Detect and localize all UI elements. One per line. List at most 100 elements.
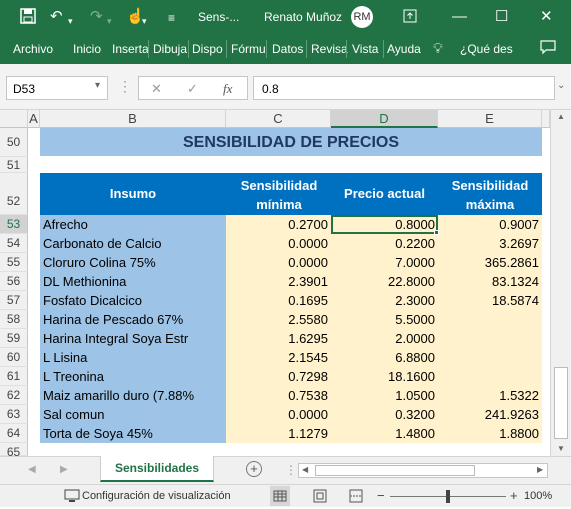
- maximize-icon[interactable]: ☐: [495, 8, 508, 26]
- insumo-cell[interactable]: Afrecho: [40, 215, 226, 234]
- zoom-out-icon[interactable]: −: [377, 488, 385, 503]
- sens-max-cell[interactable]: [438, 329, 542, 348]
- sens-max-cell[interactable]: 1.8800: [438, 424, 542, 443]
- insumo-cell[interactable]: Cloruro Colina 75%: [40, 253, 226, 272]
- column-header-a[interactable]: A: [28, 110, 40, 128]
- active-cell-d53[interactable]: [331, 215, 438, 234]
- column-header-c[interactable]: C: [226, 110, 331, 128]
- undo-dropdown-icon[interactable]: ▾: [68, 12, 73, 30]
- precio-cell[interactable]: 5.5000: [331, 310, 438, 329]
- horizontal-scrollbar[interactable]: ◀ ▶: [298, 463, 548, 478]
- column-header-b[interactable]: B: [40, 110, 226, 128]
- zoom-level[interactable]: 100%: [524, 490, 552, 502]
- scroll-up-icon[interactable]: ▲: [557, 112, 565, 121]
- minimize-icon[interactable]: —: [452, 8, 467, 26]
- row-header-53[interactable]: 53: [0, 215, 28, 234]
- sens-min-cell[interactable]: 0.7538: [226, 386, 331, 405]
- enter-icon[interactable]: ✓: [187, 81, 198, 97]
- name-box[interactable]: D53: [6, 76, 108, 100]
- select-all-corner[interactable]: [0, 110, 28, 128]
- sens-min-cell[interactable]: 1.1279: [226, 424, 331, 443]
- precio-cell[interactable]: 2.3000: [331, 291, 438, 310]
- sens-max-cell[interactable]: 18.5874: [438, 291, 542, 310]
- precio-cell[interactable]: 22.8000: [331, 272, 438, 291]
- sens-max-cell[interactable]: 1.5322: [438, 386, 542, 405]
- formula-input[interactable]: 0.8: [253, 76, 555, 100]
- tell-me-box[interactable]: ¿Qué des: [460, 42, 513, 56]
- vertical-scroll-thumb[interactable]: [554, 367, 568, 439]
- sens-max-cell[interactable]: 83.1324: [438, 272, 542, 291]
- display-settings-icon[interactable]: [64, 489, 80, 506]
- precio-cell[interactable]: 7.0000: [331, 253, 438, 272]
- worksheet-grid[interactable]: A B C D E 50 SENSIBILIDAD DE PRECIOS 51 …: [0, 110, 571, 456]
- cancel-icon[interactable]: ✕: [151, 81, 162, 97]
- insumo-cell[interactable]: Torta de Soya 45%: [40, 424, 226, 443]
- precio-cell[interactable]: 2.0000: [331, 329, 438, 348]
- sens-min-cell[interactable]: 0.0000: [226, 253, 331, 272]
- redo-dropdown-icon[interactable]: ▾: [107, 12, 112, 30]
- touch-dropdown-icon[interactable]: ▾: [142, 12, 147, 30]
- zoom-slider-thumb[interactable]: [446, 490, 450, 503]
- row-header-57[interactable]: 57: [0, 291, 28, 310]
- page-break-view-icon[interactable]: [346, 486, 366, 509]
- insumo-cell[interactable]: Maiz amarillo duro (7.88%: [40, 386, 226, 405]
- row-header-55[interactable]: 55: [0, 253, 28, 272]
- tab-inicio[interactable]: Inicio: [73, 42, 101, 56]
- row-header-50[interactable]: 50: [0, 128, 28, 157]
- sens-max-cell[interactable]: 241.9263: [438, 405, 542, 424]
- insumo-cell[interactable]: L Lisina: [40, 348, 226, 367]
- column-header-e[interactable]: E: [438, 110, 542, 128]
- save-icon[interactable]: [20, 8, 36, 29]
- next-sheet-icon[interactable]: ▶: [60, 464, 68, 475]
- view-settings-label[interactable]: Configuración de visualización: [82, 490, 231, 502]
- insumo-cell[interactable]: Harina de Pescado 67%: [40, 310, 226, 329]
- sens-min-cell[interactable]: 2.5580: [226, 310, 331, 329]
- sens-max-cell[interactable]: [438, 310, 542, 329]
- fill-handle[interactable]: [434, 230, 439, 235]
- precio-cell[interactable]: 1.0500: [331, 386, 438, 405]
- normal-view-icon[interactable]: [270, 486, 290, 506]
- undo-icon[interactable]: ↶: [50, 8, 63, 26]
- tab-insertar[interactable]: Inserta: [112, 42, 148, 56]
- lightbulb-icon[interactable]: 💡︎: [433, 40, 443, 57]
- insumo-cell[interactable]: DL Methionina: [40, 272, 226, 291]
- insumo-cell[interactable]: Sal comun: [40, 405, 226, 424]
- redo-icon[interactable]: ↷: [90, 8, 103, 26]
- sens-max-cell[interactable]: 0.9007: [438, 215, 542, 234]
- insert-function-icon[interactable]: fx: [223, 81, 232, 97]
- user-name[interactable]: Renato Muñoz: [264, 10, 342, 24]
- sens-min-cell[interactable]: 0.2700: [226, 215, 331, 234]
- page-layout-view-icon[interactable]: [310, 486, 330, 509]
- precio-cell[interactable]: 0.2200: [331, 234, 438, 253]
- insumo-cell[interactable]: Carbonato de Calcio: [40, 234, 226, 253]
- user-avatar[interactable]: RM: [351, 6, 373, 28]
- row-header-64[interactable]: 64: [0, 424, 28, 443]
- row-header-63[interactable]: 63: [0, 405, 28, 424]
- sens-min-cell[interactable]: 0.0000: [226, 234, 331, 253]
- sens-max-cell[interactable]: [438, 348, 542, 367]
- sens-max-cell[interactable]: [438, 367, 542, 386]
- scroll-right-icon[interactable]: ▶: [537, 465, 543, 474]
- row-header-54[interactable]: 54: [0, 234, 28, 253]
- precio-cell[interactable]: 18.1600: [331, 367, 438, 386]
- column-header-d[interactable]: D: [331, 110, 438, 128]
- row-header-56[interactable]: 56: [0, 272, 28, 291]
- vertical-scrollbar[interactable]: ▲ ▼: [550, 110, 571, 456]
- row-header-61[interactable]: 61: [0, 367, 28, 386]
- ribbon-display-icon[interactable]: [403, 9, 417, 28]
- row-header-58[interactable]: 58: [0, 310, 28, 329]
- insumo-cell[interactable]: L Treonina: [40, 367, 226, 386]
- sens-min-cell[interactable]: 2.3901: [226, 272, 331, 291]
- sens-min-cell[interactable]: 0.7298: [226, 367, 331, 386]
- comments-icon[interactable]: [540, 39, 556, 58]
- sens-min-cell[interactable]: 2.1545: [226, 348, 331, 367]
- customize-toolbar-icon[interactable]: ≡: [168, 9, 175, 27]
- row-header-62[interactable]: 62: [0, 386, 28, 405]
- sens-min-cell[interactable]: 1.6295: [226, 329, 331, 348]
- tab-dibujar[interactable]: Dibuja: [153, 42, 187, 56]
- prev-sheet-icon[interactable]: ◀: [28, 464, 36, 475]
- tab-revisar[interactable]: Revisa: [311, 42, 348, 56]
- tab-ayuda[interactable]: Ayuda: [387, 42, 421, 56]
- row-header-60[interactable]: 60: [0, 348, 28, 367]
- precio-cell[interactable]: 6.8800: [331, 348, 438, 367]
